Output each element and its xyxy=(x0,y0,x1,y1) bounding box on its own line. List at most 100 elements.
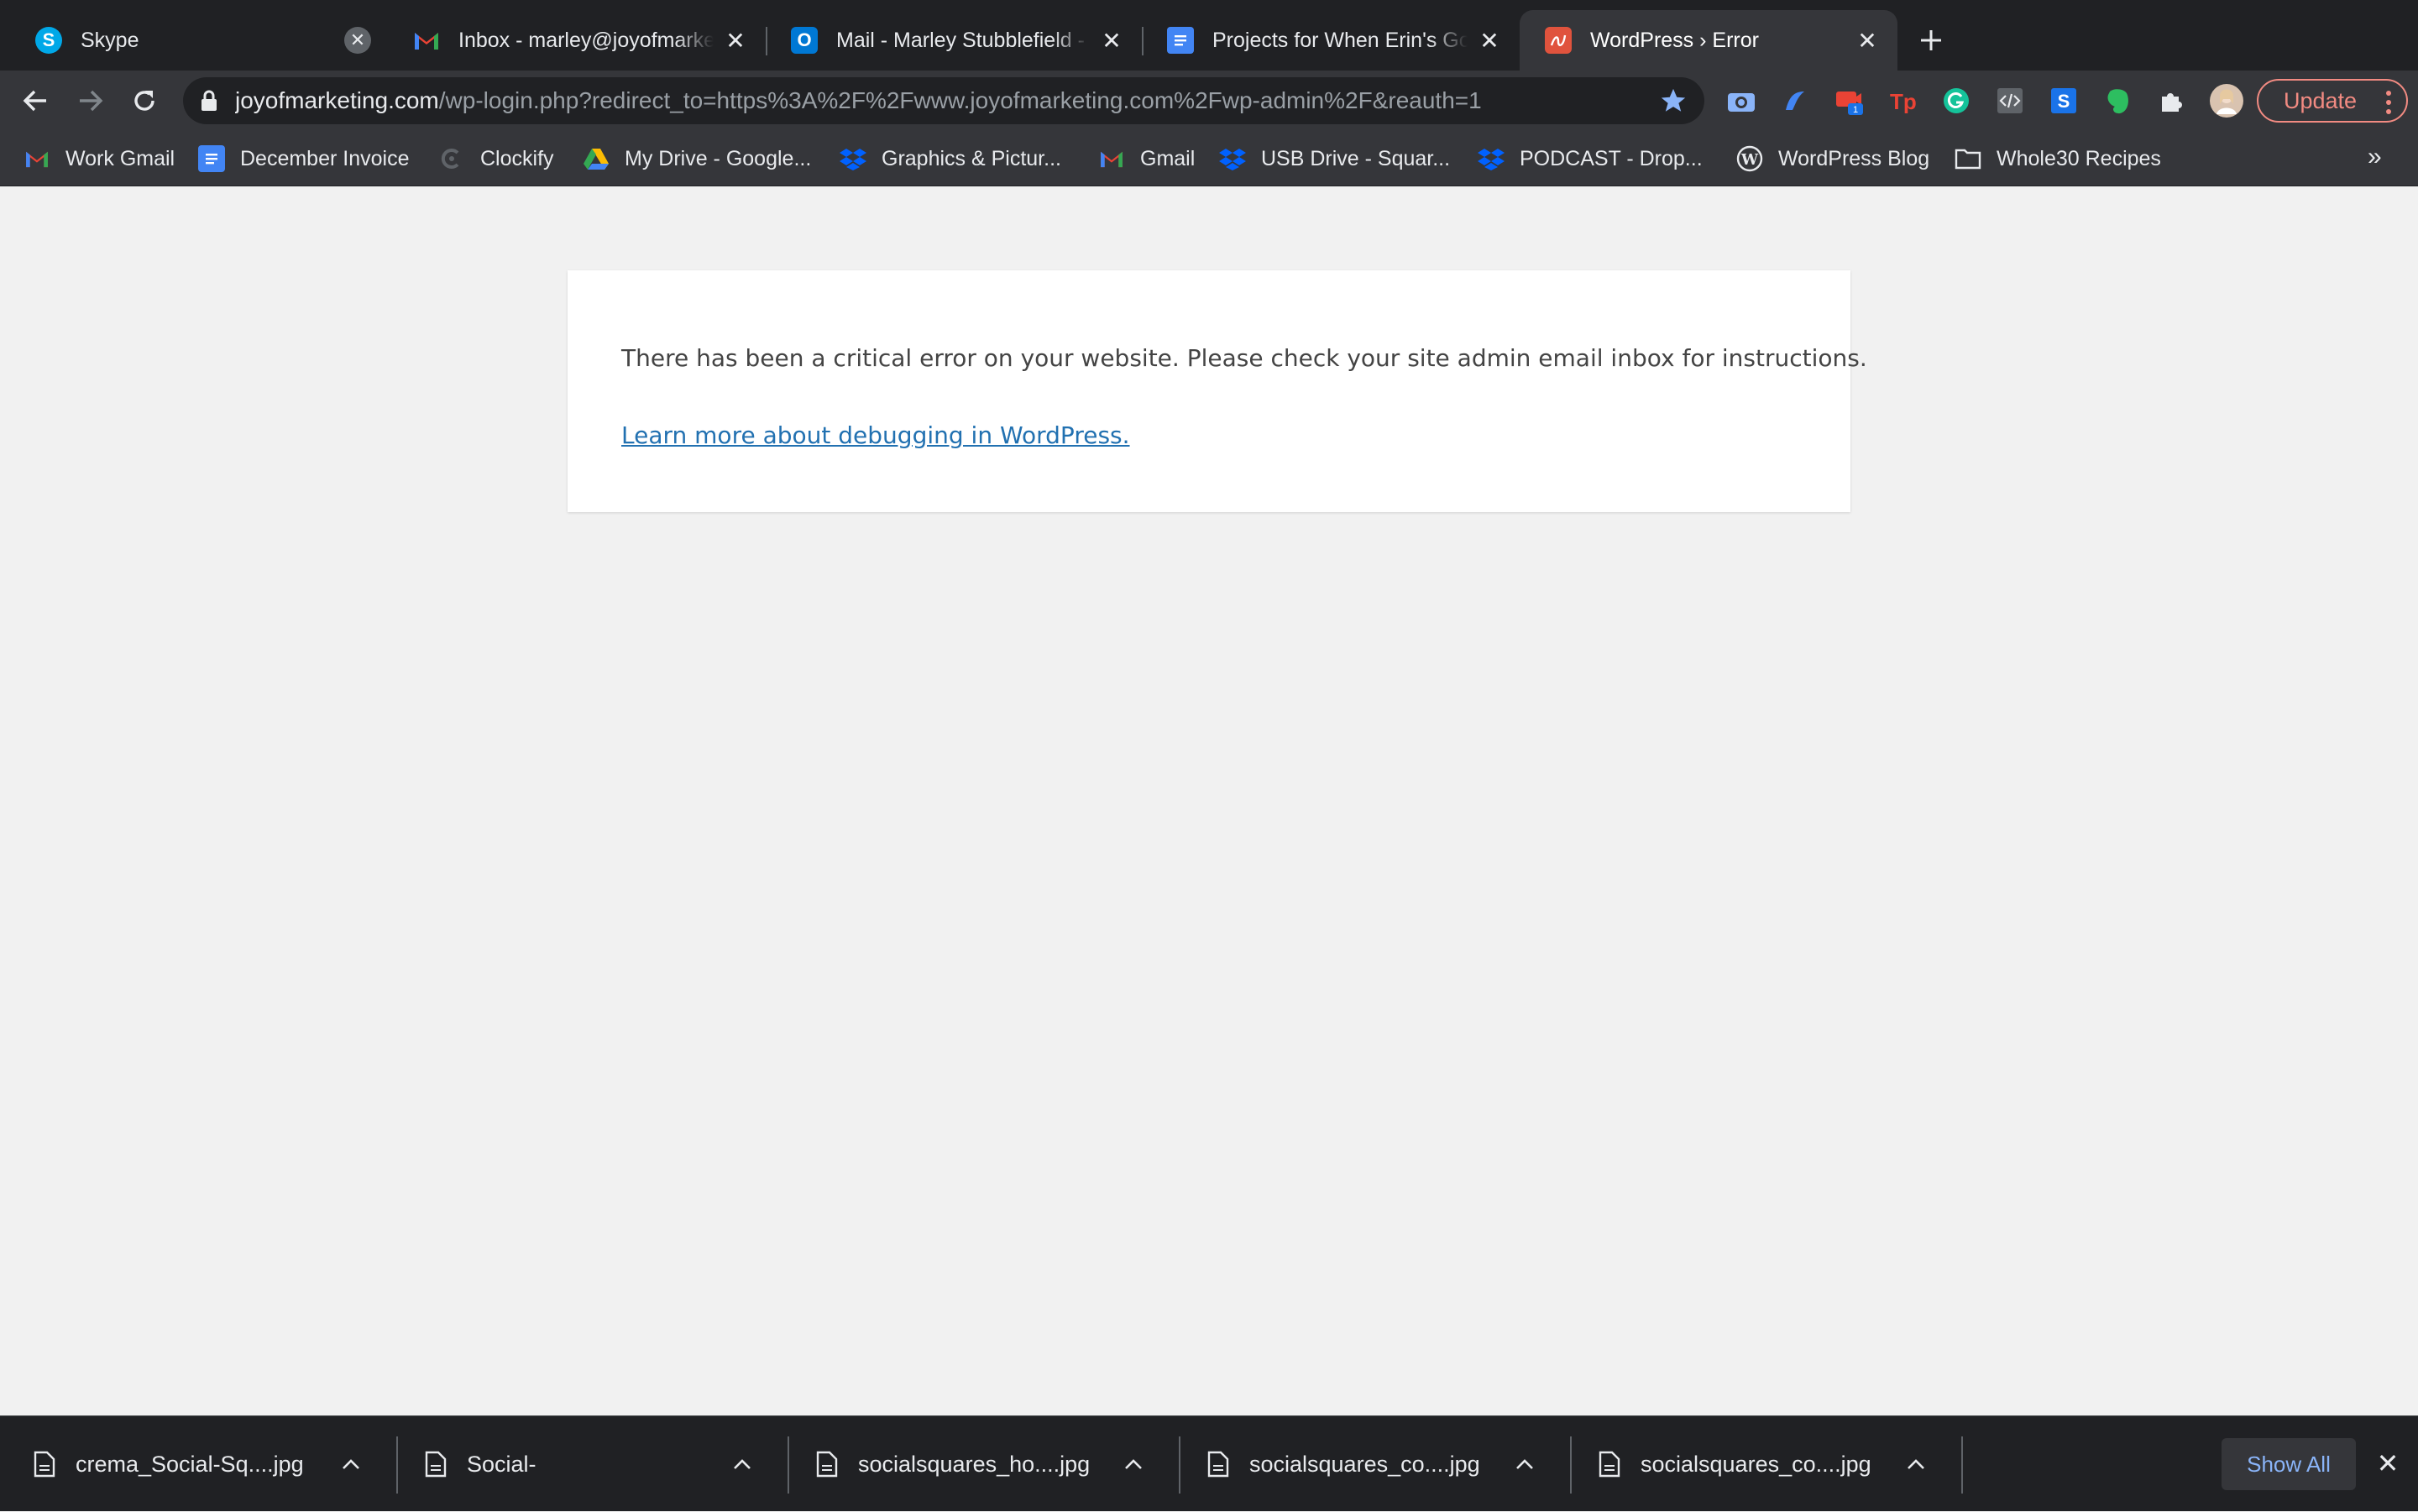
tab-title: WordPress › Error xyxy=(1590,28,1759,52)
url-text: joyofmarketing.com/wp-login.php?redirect… xyxy=(235,87,1659,114)
bookmark-label: USB Drive - Squar... xyxy=(1261,146,1451,170)
chevron-up-icon[interactable] xyxy=(1118,1449,1149,1479)
critical-error-message: There has been a critical error on your … xyxy=(621,344,1867,372)
gmail-icon xyxy=(24,145,50,172)
file-icon xyxy=(425,1451,447,1478)
google-drive-icon xyxy=(583,145,610,172)
download-separator xyxy=(1961,1436,1963,1494)
close-icon[interactable]: ✕ xyxy=(2371,1447,2405,1480)
clockify-icon xyxy=(438,145,465,172)
bookmark-label: WordPress Blog xyxy=(1778,146,1930,170)
camera-extension-icon[interactable] xyxy=(1726,86,1756,116)
close-icon[interactable]: ✕ xyxy=(722,27,749,54)
arrow-left-icon xyxy=(23,90,46,112)
bookmark-label: Work Gmail xyxy=(65,146,175,170)
file-icon xyxy=(34,1451,55,1478)
tab-title: Skype xyxy=(81,28,139,52)
code-extension-icon[interactable] xyxy=(1995,86,2025,116)
browser-toolbar: joyofmarketing.com/wp-login.php?redirect… xyxy=(0,71,2418,131)
wordpress-icon: W xyxy=(1736,145,1763,172)
dropbox-icon xyxy=(1219,145,1246,172)
s-extension-icon[interactable]: S xyxy=(2049,86,2079,116)
download-item[interactable]: socialsquares_ho....jpg xyxy=(782,1416,1174,1512)
wave-extension-icon[interactable] xyxy=(1780,86,1810,116)
tp-extension-icon[interactable]: Tp xyxy=(1887,86,1918,116)
reload-button[interactable] xyxy=(126,82,163,119)
page-content: There has been a critical error on your … xyxy=(0,186,2418,1415)
update-label: Update xyxy=(2284,87,2358,113)
forward-button[interactable] xyxy=(72,82,109,119)
download-shelf: crema_Social-Sq....jpg Social- socialsqu… xyxy=(0,1415,2418,1511)
chevron-up-icon[interactable] xyxy=(1510,1449,1540,1479)
tab-title: Projects for When Erin's Gone xyxy=(1212,28,1468,52)
tab-strip: S Skype ✕ Inbox - marley@joyofmarketing.… xyxy=(0,0,2418,71)
bookmark-label: My Drive - Google... xyxy=(625,146,812,170)
bookmark-label: Clockify xyxy=(480,146,554,170)
tab-wordpress-error[interactable]: WordPress › Error ✕ xyxy=(1520,10,1897,71)
tab-gmail-inbox[interactable]: Inbox - marley@joyofmarketing.com ✕ xyxy=(388,10,766,71)
address-bar[interactable]: joyofmarketing.com/wp-login.php?redirect… xyxy=(183,77,1704,124)
tab-title: Mail - Marley Stubblefield - Outlook xyxy=(836,28,1090,52)
bookmark-clockify[interactable]: Clockify xyxy=(438,144,554,173)
download-filename: socialsquares_ho....jpg xyxy=(858,1451,1091,1477)
bookmark-label: Graphics & Pictur... xyxy=(882,146,1061,170)
dropbox-icon xyxy=(1478,145,1505,172)
download-item[interactable]: socialsquares_co....jpg xyxy=(1174,1416,1565,1512)
gmail-icon xyxy=(413,27,440,54)
back-button[interactable] xyxy=(17,82,54,119)
skype-icon: S xyxy=(35,27,62,54)
download-item[interactable]: Social- xyxy=(391,1416,782,1512)
video-extension-icon[interactable]: 1 xyxy=(1834,86,1864,116)
chevron-up-icon[interactable] xyxy=(727,1449,757,1479)
evernote-icon[interactable] xyxy=(2102,86,2133,116)
bookmark-whole30-recipes[interactable]: Whole30 Recipes xyxy=(1955,144,2161,173)
bookmark-podcast[interactable]: PODCAST - Drop... xyxy=(1478,144,1703,173)
tab-outlook-mail[interactable]: O Mail - Marley Stubblefield - Outlook ✕ xyxy=(766,10,1142,71)
grammarly-icon[interactable] xyxy=(1941,86,1971,116)
debugging-link[interactable]: Learn more about debugging in WordPress. xyxy=(621,421,1130,449)
extension-badge: 1 xyxy=(1853,105,1858,115)
close-icon[interactable]: ✕ xyxy=(1854,27,1881,54)
update-button[interactable]: Update xyxy=(2257,79,2408,123)
close-icon[interactable]: ✕ xyxy=(1098,27,1125,54)
url-path: /wp-login.php?redirect_to=https%3A%2F%2F… xyxy=(438,87,1482,113)
plus-icon xyxy=(1921,30,1941,50)
bookmark-my-drive[interactable]: My Drive - Google... xyxy=(583,144,811,173)
bookmark-gmail[interactable]: Gmail xyxy=(1098,144,1195,173)
bookmark-wordpress-blog[interactable]: W WordPress Blog xyxy=(1736,144,1929,173)
bookmark-label: Whole30 Recipes xyxy=(1997,146,2161,170)
puzzle-icon[interactable] xyxy=(2156,86,2186,116)
avatar[interactable] xyxy=(2210,84,2243,118)
bookmark-label: December Invoice xyxy=(240,146,410,170)
chevron-up-icon[interactable] xyxy=(1901,1449,1931,1479)
tab-skype[interactable]: S Skype ✕ xyxy=(10,10,388,71)
close-icon[interactable]: ✕ xyxy=(344,27,371,54)
svg-text:Tp: Tp xyxy=(1890,89,1917,113)
google-docs-icon xyxy=(1167,27,1194,54)
download-item[interactable]: crema_Social-Sq....jpg xyxy=(0,1416,391,1512)
download-filename: socialsquares_co....jpg xyxy=(1249,1451,1480,1477)
download-item[interactable]: socialsquares_co....jpg xyxy=(1565,1416,1956,1512)
svg-text:S: S xyxy=(2058,91,2070,112)
chevron-up-icon[interactable] xyxy=(336,1449,366,1479)
error-card: There has been a critical error on your … xyxy=(568,270,1867,512)
wordpress-error-icon xyxy=(1545,27,1572,54)
bookmark-label: PODCAST - Drop... xyxy=(1520,146,1703,170)
new-tab-button[interactable] xyxy=(1914,24,1948,57)
folder-icon xyxy=(1955,145,1981,172)
gmail-icon xyxy=(1098,145,1125,172)
google-docs-icon xyxy=(198,145,225,172)
tab-google-doc[interactable]: Projects for When Erin's Gone ✕ xyxy=(1142,10,1520,71)
close-icon[interactable]: ✕ xyxy=(1476,27,1503,54)
svg-text:W: W xyxy=(1740,151,1759,169)
bookmark-work-gmail[interactable]: Work Gmail xyxy=(24,144,175,173)
bookmark-graphics-pictures[interactable]: Graphics & Pictur... xyxy=(840,144,1061,173)
lock-icon xyxy=(202,90,217,111)
show-all-button[interactable]: Show All xyxy=(2222,1438,2356,1490)
outlook-icon: O xyxy=(791,27,818,54)
bookmark-december-invoice[interactable]: December Invoice xyxy=(198,144,409,173)
reload-icon xyxy=(134,91,154,111)
bookmarks-overflow-icon[interactable]: » xyxy=(2368,143,2382,171)
tab-title: Inbox - marley@joyofmarketing.com xyxy=(458,28,714,52)
bookmark-usb-drive[interactable]: USB Drive - Squar... xyxy=(1219,144,1450,173)
